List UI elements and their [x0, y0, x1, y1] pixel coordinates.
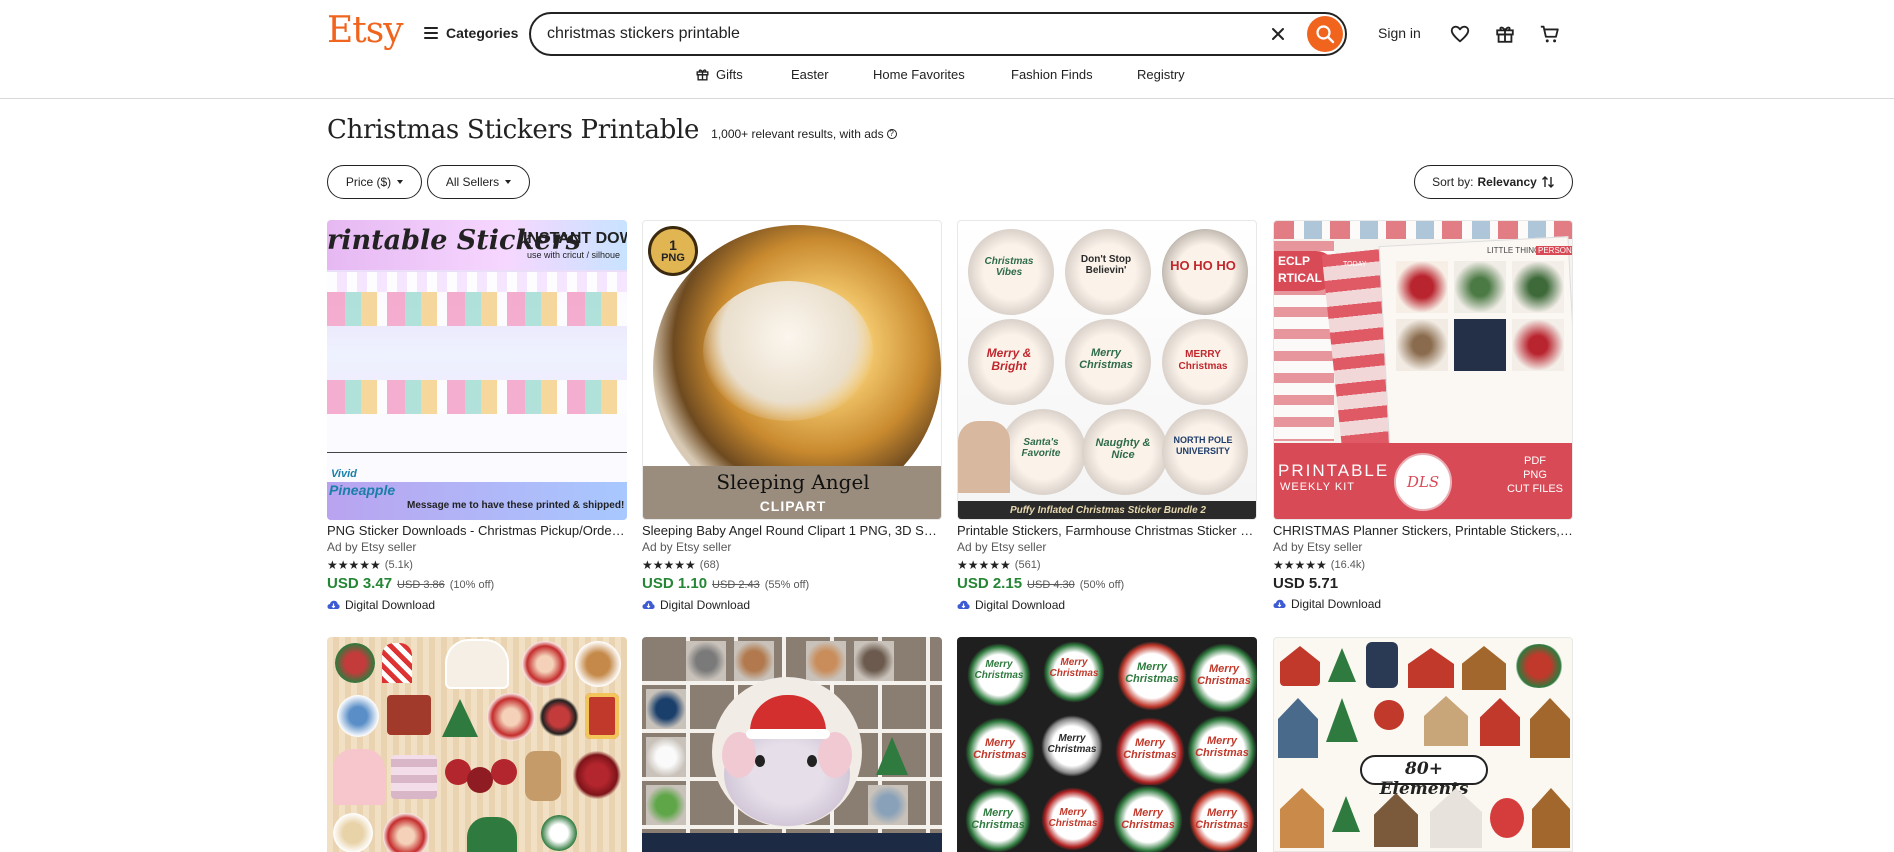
cloud-download-icon [1273, 599, 1286, 608]
original-price: USD 3.86 [397, 579, 445, 591]
categories-label: Categories [446, 25, 519, 41]
cart-icon[interactable] [1537, 21, 1563, 47]
digital-download-label: Digital Download [957, 595, 1257, 615]
price: USD 1.10 USD 2.43 (55% off) [642, 574, 942, 595]
results-heading: Christmas Stickers Printable 1,000+ rele… [327, 115, 897, 149]
product-image[interactable]: 80+ Elements [1273, 637, 1573, 852]
product-card[interactable]: 80+ Elements [1273, 637, 1573, 852]
product-image[interactable]: Merry Christmas Merry Christmas Merry Ch… [957, 637, 1257, 852]
product-title[interactable]: Printable Stickers, Farmhouse Christmas … [957, 522, 1257, 539]
rating: ★★★★★ (16.4k) [1273, 556, 1573, 574]
price-value: USD 5.71 [1273, 575, 1339, 592]
subnav-item-fashion-finds[interactable]: Fashion Finds [1011, 67, 1093, 82]
ad-label: Ad by Etsy seller [642, 540, 732, 554]
search-button[interactable] [1307, 16, 1343, 52]
search-input[interactable] [547, 14, 1227, 54]
review-count: (16.4k) [1330, 559, 1366, 571]
sub-navigation: Gifts Easter Home Favorites Fashion Find… [0, 64, 1894, 88]
star-rating-icon: ★★★★★ [642, 558, 696, 572]
product-card[interactable]: ECLP RTICAL LITTLE THINGS PERSONAL TODAY… [1273, 220, 1573, 614]
cloud-download-icon [957, 600, 970, 609]
favorites-heart-icon[interactable] [1447, 21, 1473, 47]
caret-down-icon [505, 180, 512, 184]
sellers-filter-button[interactable]: All Sellers [427, 165, 530, 199]
review-count: (561) [1014, 559, 1041, 571]
star-rating-icon: ★★★★★ [327, 558, 381, 572]
subnav-item-registry[interactable]: Registry [1137, 67, 1185, 82]
clear-search-icon[interactable] [1267, 23, 1289, 45]
gift-icon [696, 69, 709, 81]
site-header: Etsy Categories Sign in Gifts Easter Hom… [0, 0, 1894, 99]
ad-label: Ad by Etsy seller [1273, 540, 1363, 554]
product-title[interactable]: PNG Sticker Downloads - Christmas Pickup… [327, 522, 627, 539]
product-image[interactable]: ECLP RTICAL LITTLE THINGS PERSONAL TODAY… [1273, 220, 1573, 520]
star-rating-icon: ★★★★★ [1273, 558, 1327, 572]
product-title[interactable]: CHRISTMAS Planner Stickers, Printable St… [1273, 522, 1573, 539]
product-card[interactable] [327, 637, 627, 852]
cloud-download-icon [327, 600, 340, 609]
sort-arrows-icon [1541, 176, 1554, 188]
info-icon[interactable]: ? [886, 129, 897, 139]
product-image[interactable] [327, 637, 627, 852]
discount: (10% off) [449, 579, 495, 591]
result-count: 1,000+ relevant results, with ads ? [711, 127, 897, 141]
sort-button[interactable]: Sort by: Relevancy [1414, 165, 1573, 199]
sign-in-link[interactable]: Sign in [1378, 25, 1421, 41]
categories-button[interactable]: Categories [424, 22, 518, 44]
ad-label: Ad by Etsy seller [957, 540, 1047, 554]
subnav-item-home-favorites[interactable]: Home Favorites [873, 67, 965, 82]
page-title: Christmas Stickers Printable [327, 115, 700, 145]
review-count: (5.1k) [384, 559, 413, 571]
product-card[interactable]: 1 PNG Sleeping Angel CLIPART Sleeping Ba… [642, 220, 942, 615]
original-price: USD 4.30 [1027, 579, 1075, 591]
product-card[interactable]: Christmas Vibes Don't Stop Believin' HO … [957, 220, 1257, 615]
subnav-item-easter[interactable]: Easter [791, 67, 829, 82]
digital-download-label: Digital Download [327, 595, 627, 615]
ad-label: Ad by Etsy seller [327, 540, 417, 554]
digital-download-label: Digital Download [642, 595, 942, 615]
product-image[interactable]: 1 PNG Sleeping Angel CLIPART [642, 220, 942, 520]
price: USD 5.71 [1273, 574, 1573, 594]
product-image[interactable]: rintable Stickers INSTANT DOWNLO use wit… [327, 220, 627, 520]
product-image[interactable] [642, 637, 942, 852]
sale-price: USD 3.47 [327, 575, 393, 592]
product-card[interactable]: rintable Stickers INSTANT DOWNLO use wit… [327, 220, 627, 615]
price: USD 3.47 USD 3.86 (10% off) [327, 574, 627, 595]
rating: ★★★★★ (561) [957, 556, 1257, 574]
product-image[interactable]: Christmas Vibes Don't Stop Believin' HO … [957, 220, 1257, 520]
rating: ★★★★★ (68) [642, 556, 942, 574]
product-card[interactable]: Merry Christmas Merry Christmas Merry Ch… [957, 637, 1257, 852]
search-bar [529, 12, 1347, 56]
original-price: USD 2.43 [712, 579, 760, 591]
review-count: (68) [699, 559, 720, 571]
digital-download-label: Digital Download [1273, 594, 1573, 614]
product-title[interactable]: Sleeping Baby Angel Round Clipart 1 PNG,… [642, 522, 942, 539]
cloud-download-icon [642, 600, 655, 609]
caret-down-icon [397, 180, 404, 184]
sale-price: USD 1.10 [642, 575, 708, 592]
search-icon [1316, 25, 1335, 44]
discount: (50% off) [1079, 579, 1125, 591]
sale-price: USD 2.15 [957, 575, 1023, 592]
star-rating-icon: ★★★★★ [957, 558, 1011, 572]
gift-icon[interactable] [1492, 21, 1518, 47]
discount: (55% off) [764, 579, 810, 591]
subnav-item-gifts[interactable]: Gifts [695, 67, 743, 82]
etsy-logo[interactable]: Etsy [327, 10, 404, 51]
price: USD 2.15 USD 4.30 (50% off) [957, 574, 1257, 595]
product-card[interactable] [642, 637, 942, 852]
price-filter-button[interactable]: Price ($) [327, 165, 422, 199]
rating: ★★★★★ (5.1k) [327, 556, 627, 574]
menu-icon [424, 27, 438, 39]
